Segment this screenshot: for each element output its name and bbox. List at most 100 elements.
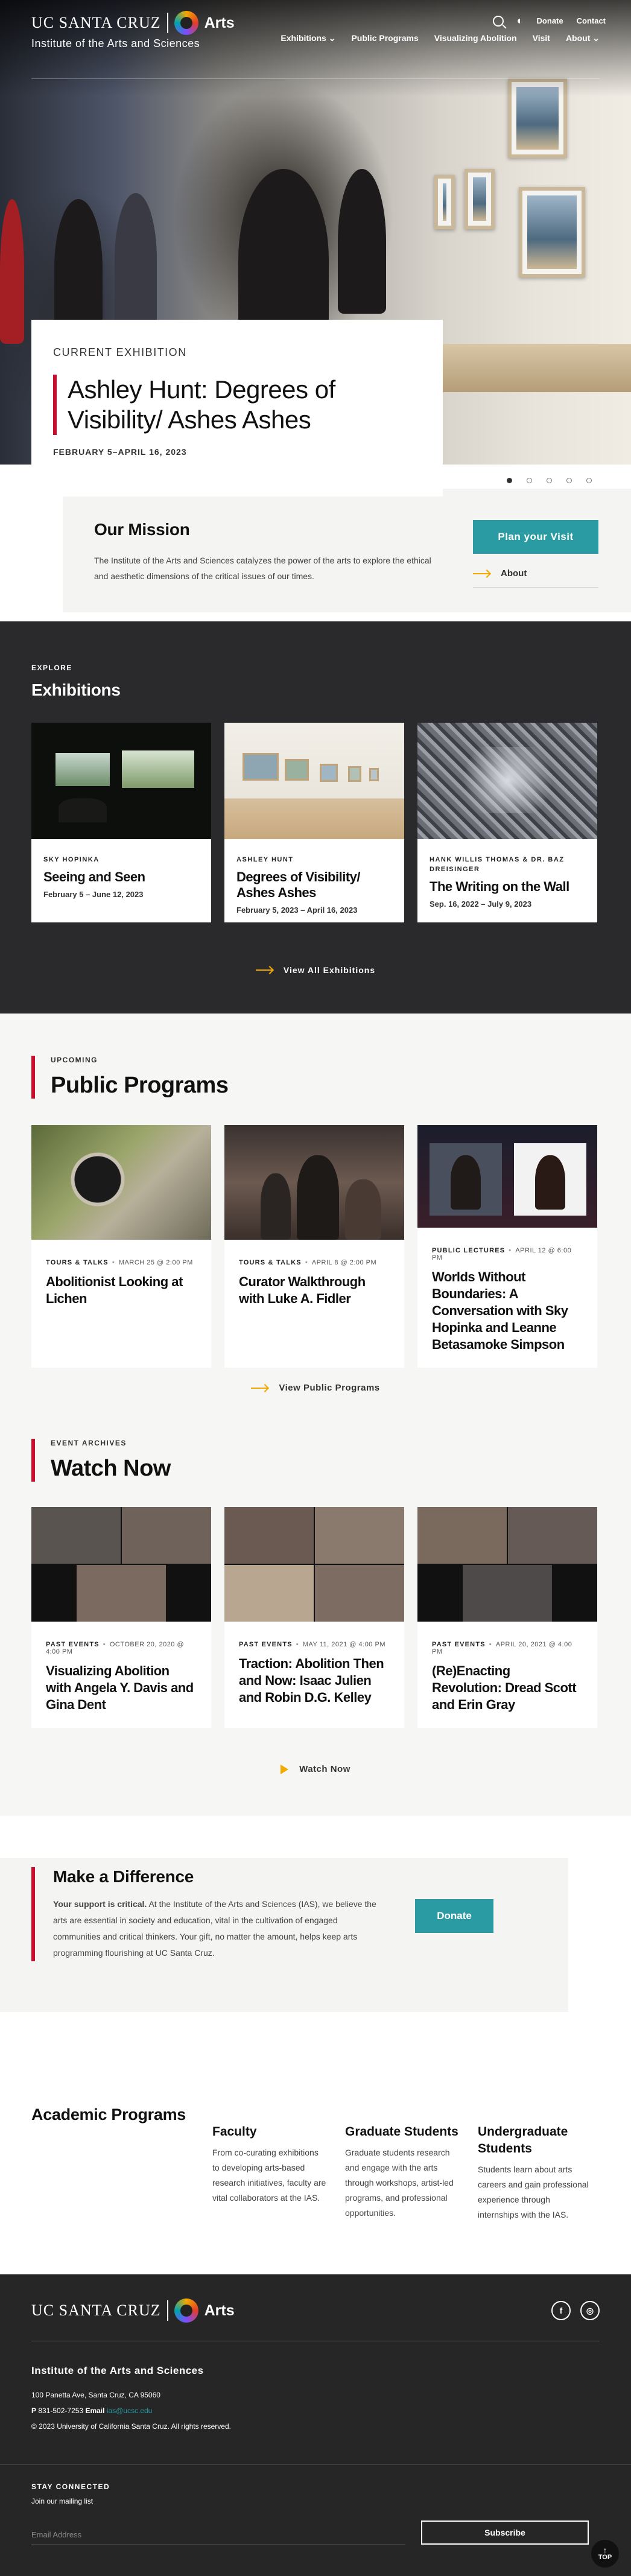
watch-now-link[interactable]: Watch Now (0, 1764, 631, 1774)
exhibition-title: The Writing on the Wall (430, 879, 569, 894)
footer-org-name: Institute of the Arts and Sciences (31, 2365, 204, 2376)
exhibition-image (224, 723, 404, 839)
donate-link[interactable]: Donate (537, 16, 563, 25)
view-public-programs-link[interactable]: View Public Programs (0, 1383, 631, 1393)
nav-visualizing-abolition[interactable]: Visualizing Abolition (434, 33, 517, 43)
academic-column[interactable]: Undergraduate Students Students learn ab… (478, 2124, 592, 2222)
program-title: Abolitionist Looking at Lichen (46, 1274, 183, 1306)
video-card[interactable]: PAST EVENTS • MAY 11, 2021 @ 4:00 PM Tract… (224, 1507, 404, 1728)
current-exhibition-card[interactable]: CURRENT EXHIBITION Ashley Hunt: Degrees … (31, 320, 443, 496)
chevron-down-icon: ⌄ (328, 33, 336, 43)
academic-column[interactable]: Graduate Students Graduate students rese… (345, 2124, 460, 2221)
exhibition-title: Degrees of Visibility/ Ashes Ashes (236, 869, 361, 900)
video-type: PAST EVENTS (46, 1641, 100, 1648)
email-field[interactable] (31, 2525, 405, 2545)
exhibitions-section: EXPLORE Exhibitions SKY HOPINKA Seeing a… (0, 621, 631, 1014)
academic-section: Academic Programs Faculty From co-curati… (0, 2069, 631, 2274)
footer-phone-email: P 831-502-7253 Email ias@ucsc.edu (31, 2406, 153, 2415)
arrow-up-icon: ↑ (603, 2545, 607, 2555)
accessibility-icon[interactable]: ◐ (517, 14, 524, 27)
framed-artwork (434, 175, 455, 229)
academic-column[interactable]: Faculty From co-curating exhibitions to … (212, 2124, 327, 2206)
slide-dot[interactable] (527, 478, 532, 483)
exhibition-dates: Sep. 16, 2022 – July 9, 2023 (430, 899, 532, 909)
exhibition-card[interactable]: HANK WILLIS THOMAS & DR. BAZ DREISINGER … (417, 723, 597, 922)
watch-title: Watch Now (51, 1456, 171, 1481)
arts-wordmark: Arts (204, 14, 235, 31)
visitor-figure (0, 199, 24, 344)
programs-title: Public Programs (51, 1073, 229, 1098)
academic-column-text: Graduate students research and engage wi… (345, 2148, 454, 2218)
program-card[interactable]: PUBLIC LECTURES • APRIL 12 @ 6:00 PM World… (417, 1125, 597, 1368)
back-to-top-button[interactable]: ↑ TOP (591, 2540, 619, 2568)
arrow-right-icon (473, 573, 490, 574)
program-date: APRIL 8 @ 2:00 PM (311, 1259, 377, 1266)
site-header: UC SANTA CRUZ Arts Institute of the Arts… (0, 0, 631, 78)
nav-public-programs[interactable]: Public Programs (351, 33, 418, 43)
video-title: Visualizing Abolition with Angela Y. Dav… (46, 1663, 194, 1712)
slide-dot[interactable] (547, 478, 552, 483)
video-card[interactable]: PAST EVENTS • OCTOBER 20, 2020 @ 4:00 PM V… (31, 1507, 211, 1728)
site-footer: UC SANTA CRUZ Arts f ◎ Institute of the … (0, 2274, 631, 2576)
arts-wordmark: Arts (204, 2302, 235, 2319)
program-image (417, 1125, 597, 1228)
arts-logo-icon (174, 2298, 198, 2323)
nav-about[interactable]: About ⌄ (566, 33, 600, 43)
about-link[interactable]: About (473, 568, 598, 588)
ucsc-wordmark: UC SANTA CRUZ (31, 14, 161, 31)
main-nav: Exhibitions ⌄ Public Programs Visualizin… (281, 33, 600, 43)
exhibition-title[interactable]: Ashley Hunt: Degrees of Visibility/ Ashe… (53, 375, 421, 435)
video-thumbnail (224, 1507, 404, 1622)
exhibition-dates: FEBRUARY 5–APRIL 16, 2023 (53, 447, 187, 457)
search-icon[interactable] (492, 15, 504, 27)
nav-visit[interactable]: Visit (533, 33, 550, 43)
nav-exhibitions[interactable]: Exhibitions ⌄ (281, 33, 335, 43)
exhibition-dates: February 5 – June 12, 2023 (43, 890, 144, 899)
program-card[interactable]: TOURS & TALKS • MARCH 25 @ 2:00 PM Aboliti… (31, 1125, 211, 1368)
watch-kicker: EVENT ARCHIVES (51, 1439, 127, 1447)
arts-logo-icon (174, 11, 198, 35)
facebook-icon[interactable]: f (551, 2301, 571, 2320)
visitor-figure (54, 199, 103, 338)
slide-dot[interactable] (586, 478, 592, 483)
donate-button[interactable]: Donate (415, 1899, 493, 1933)
program-type: TOURS & TALKS (46, 1259, 109, 1266)
exhibitions-kicker: EXPLORE (31, 664, 72, 672)
mailing-list-text: Join our mailing list (31, 2497, 94, 2505)
programs-kicker: UPCOMING (51, 1056, 98, 1064)
arrow-right-icon (255, 969, 273, 971)
ucsc-wordmark: UC SANTA CRUZ (31, 2302, 161, 2319)
exhibition-artist: ASHLEY HUNT (236, 856, 294, 863)
video-thumbnail (417, 1507, 597, 1622)
exhibition-image (31, 723, 211, 839)
exhibition-artist: SKY HOPINKA (43, 856, 100, 863)
video-card[interactable]: PAST EVENTS • APRIL 20, 2021 @ 4:00 PM (Re… (417, 1507, 597, 1728)
gallery-table (422, 344, 631, 392)
arrow-right-icon (251, 1387, 268, 1389)
exhibition-kicker: CURRENT EXHIBITION (53, 346, 187, 358)
instagram-icon[interactable]: ◎ (580, 2301, 600, 2320)
chevron-down-icon: ⌄ (592, 33, 600, 43)
utility-nav: ◐ Donate Contact (492, 14, 606, 27)
program-title: Worlds Without Boundaries: A Conversatio… (432, 1269, 568, 1352)
view-all-exhibitions-link[interactable]: View All Exhibitions (0, 965, 631, 975)
framed-artwork (519, 187, 585, 278)
contact-link[interactable]: Contact (577, 16, 606, 25)
plan-visit-button[interactable]: Plan your Visit (473, 520, 598, 554)
watch-heading: EVENT ARCHIVES Watch Now (31, 1439, 171, 1482)
subscribe-button[interactable]: Subscribe (421, 2520, 589, 2545)
video-title: (Re)Enacting Revolution: Dread Scott and… (432, 1663, 577, 1712)
site-logo[interactable]: UC SANTA CRUZ Arts (31, 11, 235, 35)
slide-dot[interactable] (566, 478, 572, 483)
exhibition-card[interactable]: ASHLEY HUNT Degrees of Visibility/ Ashes… (224, 723, 404, 922)
program-card[interactable]: TOURS & TALKS • APRIL 8 @ 2:00 PM Curator … (224, 1125, 404, 1368)
social-links: f ◎ (551, 2301, 600, 2320)
play-icon (281, 1764, 289, 1774)
programs-heading: UPCOMING Public Programs (31, 1056, 229, 1099)
academic-column-title: Faculty (212, 2125, 257, 2139)
email-link[interactable]: ias@ucsc.edu (107, 2406, 153, 2415)
footer-logo[interactable]: UC SANTA CRUZ Arts (31, 2298, 235, 2323)
institute-title: Institute of the Arts and Sciences (31, 37, 200, 49)
exhibition-card[interactable]: SKY HOPINKA Seeing and Seen February 5 –… (31, 723, 211, 922)
slide-dot[interactable] (507, 478, 512, 483)
